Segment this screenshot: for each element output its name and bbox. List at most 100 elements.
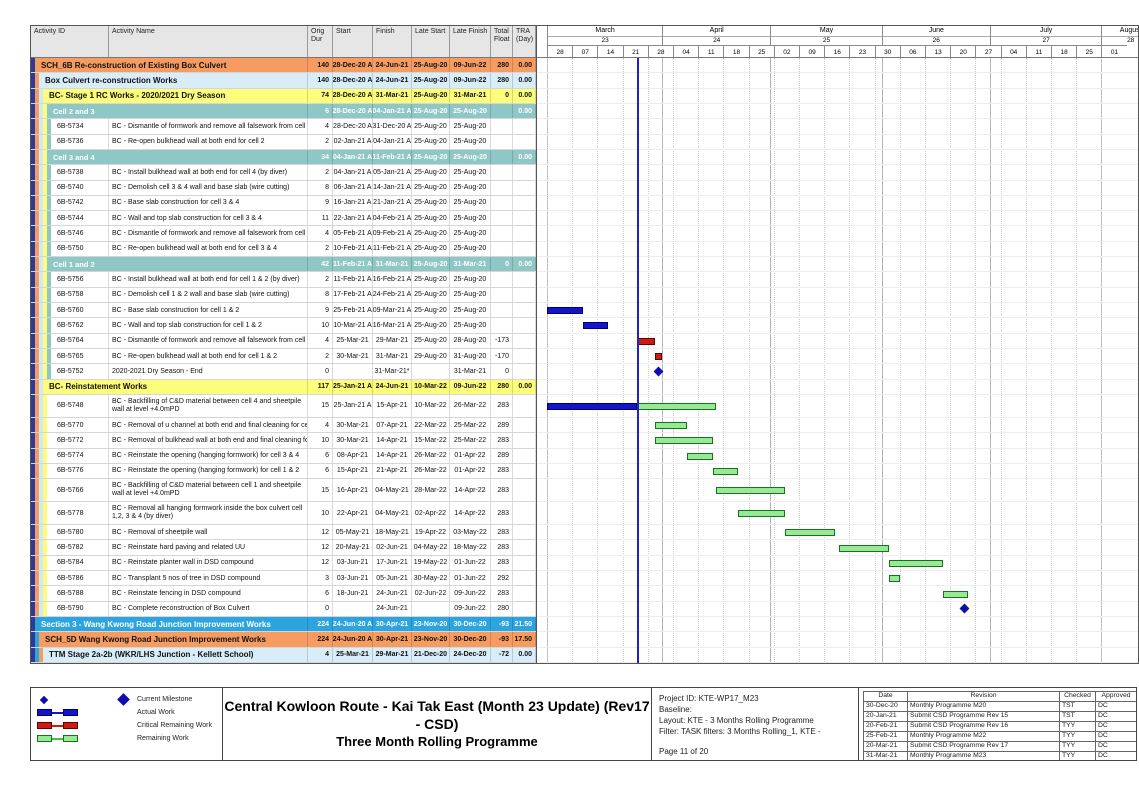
revision-row: 30-Dec-20Monthly Programme M20TSTDC [864,702,1136,712]
week-header: 25 [749,45,774,58]
cell-tra [513,272,536,286]
cell-start: 02-Jan-21 A [333,135,373,149]
cell-lstart: 25-Aug-20 [412,211,450,225]
task-row: 6B-5778BC - Removal all hanging formwork… [31,502,536,525]
cell-dur: 6 [308,586,333,600]
cell-lstart: 25-Aug-20 [412,303,450,317]
gantt-row [537,196,1138,211]
cell-start [333,602,373,616]
cell-start: 10-Mar-21 A [333,318,373,332]
cell-activity-name: BC - Re-open bulkhead wall at both end f… [109,135,308,149]
cell-tra [513,556,536,570]
week-header: 18 [723,45,748,58]
cell-lstart: 26-Mar-22 [412,464,450,478]
cell-lfinish: 30-Dec-20 [450,632,491,646]
cell-lstart: 19-Apr-22 [412,525,450,539]
cell-finish: 04-Jan-21 A [373,104,412,118]
gantt-row [537,211,1138,226]
cell-finish: 05-Jun-21 [373,571,412,585]
gantt-row [537,632,1138,647]
cell-finish: 14-Apr-21 [373,449,412,463]
cell-lfinish: 14-Apr-22 [450,479,491,501]
gantt-bar-actual [547,307,583,314]
cell-activity-name: 2020-2021 Dry Season - End [109,364,308,378]
revision-table-cell: DateRevisionCheckedApproved30-Dec-20Mont… [859,688,1136,760]
cell-float [491,104,513,118]
task-row: 6B-5746BC - Dismantle of formwork and re… [31,226,536,241]
cell-lstart: 25-Aug-20 [412,334,450,348]
gantt-row [537,540,1138,555]
cell-float [491,181,513,195]
cell-lfinish: 09-Jun-22 [450,602,491,616]
cell-finish: 31-Mar-21 [373,257,412,271]
cell-finish: 15-Apr-21 [373,395,412,417]
cell-lfinish: 31-Mar-21 [450,89,491,103]
cell-tra: 0.00 [513,150,536,164]
cell-start: 25-Jan-21 A [333,380,373,394]
cell-finish: 31-Dec-20 A [373,119,412,133]
gantt-row [537,395,1138,418]
task-row: 6B-5764BC - Dismantle of formwork and re… [31,334,536,349]
gantt-row [537,464,1138,479]
cell-dur: 6 [308,464,333,478]
cell-tra [513,181,536,195]
cell-activity-name: BC - Install bulkhead wall at both end f… [109,272,308,286]
cell-dur: 42 [308,257,333,271]
revision-cell: 25-Feb-21 [864,732,908,741]
cell-lstart: 25-Aug-20 [412,119,450,133]
cell-lstart: 29-Aug-20 [412,349,450,363]
cell-lstart [412,364,450,378]
cell-tra [513,226,536,240]
gantt-bar-remaining [637,403,716,410]
revision-cell: TYY [1060,752,1096,760]
cell-lfinish: 25-Aug-20 [450,135,491,149]
task-row: 6B-5784BC - Reinstate planter wall in DS… [31,556,536,571]
gantt-bar-actual [547,403,637,410]
cell-start: 11-Feb-21 A [333,257,373,271]
group-stripe-yellow [43,525,47,539]
revision-cell: 20-Feb-21 [864,722,908,731]
gantt-row [537,449,1138,464]
legend-bar [37,709,52,716]
column-header-float: Total Float [491,26,513,57]
cell-activity-name: BC - Install bulkhead wall at both end f… [109,165,308,179]
cell-start: 30-Mar-21 [333,433,373,447]
cell-lfinish: 28-Aug-20 [450,334,491,348]
actual-legend-icon [37,709,137,716]
week-header: 06 [900,45,925,58]
cell-float: 283 [491,464,513,478]
cell-finish: 24-Jun-21 [373,58,412,72]
cell-dur: 4 [308,648,333,662]
task-row: 6B-5780BC - Removal of sheetpile wall120… [31,525,536,540]
title-block-footer: Current MilestoneActual WorkCritical Rem… [30,687,1137,761]
cell-dur: 34 [308,150,333,164]
legend-label: Actual Work [137,709,175,716]
revision-cell: Submit CSD Programme Rev 17 [908,742,1060,751]
task-row: 6B-5788BC - Reinstate fencing in DSD com… [31,586,536,601]
cell-activity-name: BC - Removal all hanging formwork inside… [109,502,308,524]
cell-tra [513,119,536,133]
week-header: 23 [849,45,874,58]
cell-dur: 140 [308,73,333,87]
revision-cell: TYY [1060,732,1096,741]
cell-start: 04-Jan-21 A [333,150,373,164]
month-number: 27 [991,36,1102,45]
cell-dur: 3 [308,571,333,585]
cell-tra [513,135,536,149]
cell-float: 289 [491,418,513,432]
task-row: 6B-5762BC - Wall and top slab constructi… [31,318,536,333]
gantt-row [537,58,1138,73]
cell-activity-name: BC - Base slab construction for cell 3 &… [109,196,308,210]
cell-float [491,272,513,286]
cell-float [491,165,513,179]
cell-lstart: 25-Aug-20 [412,135,450,149]
gantt-row [537,242,1138,257]
cell-activity-name: BC - Wall and top slab construction for … [109,211,308,225]
cell-tra: 0.00 [513,380,536,394]
gantt-row [537,556,1138,571]
cell-lfinish: 25-Aug-20 [450,318,491,332]
gantt-row [537,334,1138,349]
legend-bar [63,709,78,716]
cell-start: 06-Jan-21 A [333,181,373,195]
cell-activity-name: BC - Backfilling of C&D material between… [109,395,308,417]
